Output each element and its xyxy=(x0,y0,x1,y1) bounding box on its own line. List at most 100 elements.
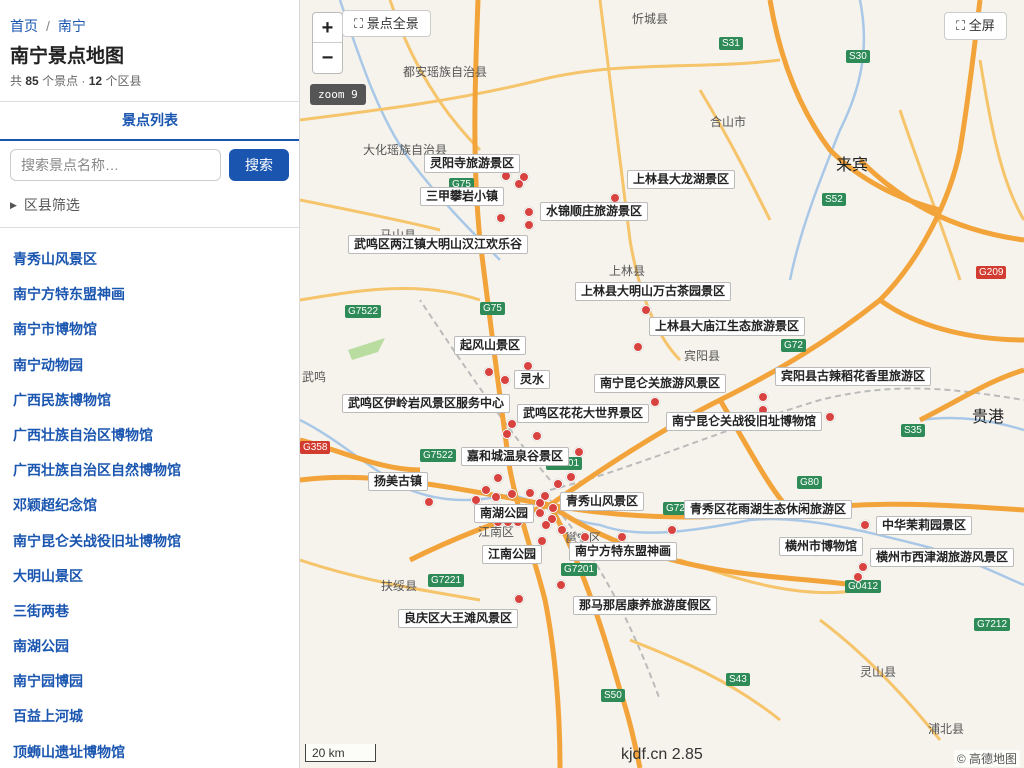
spot-marker[interactable] xyxy=(507,419,517,429)
city-label: 贵港 xyxy=(972,409,1005,426)
spot-marker[interactable] xyxy=(525,488,535,498)
spot-label[interactable]: 灵水 xyxy=(514,370,551,389)
spot-marker[interactable] xyxy=(858,562,868,572)
spot-marker[interactable] xyxy=(507,489,517,499)
spot-marker[interactable] xyxy=(633,342,643,352)
spot-marker[interactable] xyxy=(853,572,863,582)
spot-label[interactable]: 良庆区大王滩风景区 xyxy=(398,609,519,628)
spot-marker[interactable] xyxy=(860,520,870,530)
spot-label[interactable]: 宾阳县古辣稻花香里旅游区 xyxy=(775,367,932,386)
spot-marker[interactable] xyxy=(514,594,524,604)
spot-marker[interactable] xyxy=(502,429,512,439)
spot-marker[interactable] xyxy=(758,392,768,402)
town-label: 宾阳县 xyxy=(684,349,721,363)
spot-list-item[interactable]: 青秀山风景区 xyxy=(13,249,181,284)
spot-marker[interactable] xyxy=(524,207,534,217)
spot-label[interactable]: 上林县大龙湖景区 xyxy=(627,170,736,189)
spot-marker[interactable] xyxy=(548,503,558,513)
spot-label[interactable]: 江南公园 xyxy=(482,545,543,564)
spot-list-item[interactable]: 广西壮族自治区博物馆 xyxy=(13,425,181,460)
spot-marker[interactable] xyxy=(650,397,660,407)
spot-label[interactable]: 横州市博物馆 xyxy=(779,537,864,556)
spot-marker[interactable] xyxy=(496,213,506,223)
spot-label[interactable]: 南宁昆仑关旅游风景区 xyxy=(594,374,727,393)
town-label: 合山市 xyxy=(710,115,747,129)
fullscreen-button[interactable]: ⛶ 全屏 xyxy=(944,12,1007,40)
spot-label[interactable]: 上林县大庙江生态旅游景区 xyxy=(649,317,806,336)
search-button[interactable]: 搜索 xyxy=(229,149,289,181)
spot-marker[interactable] xyxy=(481,485,491,495)
sidebar: 首页 / 南宁 南宁景点地图 共 85 个景点 · 12 个区县 景点列表 搜索 ▶… xyxy=(0,0,300,768)
road-shield: G75 xyxy=(480,302,505,315)
spot-marker[interactable] xyxy=(532,431,542,441)
spot-label[interactable]: 武鸣区花花大世界景区 xyxy=(517,404,650,423)
spot-label[interactable]: 武鸣区伊岭岩风景区服务中心 xyxy=(342,394,511,413)
spot-marker[interactable] xyxy=(617,532,627,542)
spot-marker[interactable] xyxy=(535,508,545,518)
spot-list-item[interactable]: 大明山景区 xyxy=(13,566,181,601)
spot-label[interactable]: 三甲攀岩小镇 xyxy=(420,187,505,206)
spot-label[interactable]: 武鸣区两江镇大明山汉江欢乐谷 xyxy=(348,235,529,254)
spot-list-item[interactable]: 南湖公园 xyxy=(13,636,181,671)
spot-label[interactable]: 灵阳寺旅游景区 xyxy=(424,154,521,173)
spot-label[interactable]: 横州市西津湖旅游风景区 xyxy=(870,548,1015,567)
tab-spot-list[interactable]: 景点列表 xyxy=(0,102,299,141)
road-shield: G80 xyxy=(797,476,822,489)
spot-label[interactable]: 扬美古镇 xyxy=(368,472,429,491)
spot-marker[interactable] xyxy=(574,447,584,457)
spot-list-item[interactable]: 广西壮族自治区自然博物馆 xyxy=(13,460,181,495)
spot-list-item[interactable]: 南宁方特东盟神画 xyxy=(13,284,181,319)
spot-marker[interactable] xyxy=(524,220,534,230)
summary-prefix: 共 xyxy=(10,74,23,88)
breadcrumb-home-link[interactable]: 首页 xyxy=(10,18,38,34)
spot-marker[interactable] xyxy=(557,525,567,535)
spot-marker[interactable] xyxy=(493,473,503,483)
spot-marker[interactable] xyxy=(484,367,494,377)
spot-marker[interactable] xyxy=(580,532,590,542)
spot-label[interactable]: 南宁方特东盟神画 xyxy=(569,542,678,561)
search-input[interactable] xyxy=(10,149,221,181)
road-shield: G209 xyxy=(976,266,1007,279)
spot-label[interactable]: 南宁昆仑关战役旧址博物馆 xyxy=(666,412,823,431)
spot-list-item[interactable]: 广西民族博物馆 xyxy=(13,390,181,425)
spot-marker[interactable] xyxy=(500,375,510,385)
spot-label[interactable]: 嘉和城温泉谷景区 xyxy=(461,447,570,466)
spot-list-item[interactable]: 百益上河城 xyxy=(13,706,181,741)
spot-marker[interactable] xyxy=(535,498,545,508)
spot-label[interactable]: 青秀区花雨湖生态休闲旅游区 xyxy=(684,500,853,519)
spot-marker[interactable] xyxy=(556,580,566,590)
spot-list-item[interactable]: 南宁昆仑关战役旧址博物馆 xyxy=(13,531,181,566)
spot-marker[interactable] xyxy=(424,497,434,507)
spot-label[interactable]: 起风山景区 xyxy=(454,336,527,355)
spot-label[interactable]: 水锦顺庄旅游景区 xyxy=(540,202,649,221)
spot-marker[interactable] xyxy=(541,520,551,530)
spot-label[interactable]: 上林县大明山万古茶园景区 xyxy=(575,282,732,301)
spot-marker[interactable] xyxy=(667,525,677,535)
road-shield: S31 xyxy=(719,37,743,50)
spot-marker[interactable] xyxy=(566,472,576,482)
spot-list-item[interactable]: 三街两巷 xyxy=(13,601,181,636)
spot-marker[interactable] xyxy=(491,492,501,502)
spot-list-item[interactable]: 顶蛳山遗址博物馆 xyxy=(13,742,181,768)
road-shield: S30 xyxy=(846,50,870,63)
spot-list-item[interactable]: 邓颖超纪念馆 xyxy=(13,495,181,530)
zoom-in-button[interactable]: + xyxy=(313,13,342,43)
spot-label[interactable]: 南湖公园 xyxy=(474,504,535,523)
spot-marker[interactable] xyxy=(641,305,651,315)
zoom-out-button[interactable]: − xyxy=(313,43,342,73)
full-view-button[interactable]: ⛶ 景点全景 xyxy=(342,10,431,37)
map-attribution[interactable]: © 高德地图 xyxy=(953,750,1020,767)
spot-label[interactable]: 中华茉莉园景区 xyxy=(876,516,973,535)
spot-label[interactable]: 青秀山风景区 xyxy=(560,492,645,511)
spot-list-item[interactable]: 南宁市博物馆 xyxy=(13,319,181,354)
spot-label[interactable]: 那马那居康养旅游度假区 xyxy=(573,596,718,615)
spot-list-item[interactable]: 南宁园博园 xyxy=(13,671,181,706)
spot-list-item[interactable]: 南宁动物园 xyxy=(13,355,181,390)
spot-marker[interactable] xyxy=(825,412,835,422)
breadcrumb-city-link[interactable]: 南宁 xyxy=(58,18,86,34)
map-view[interactable]: 都安瑶族自治县 忻城县 合山市 大化瑶族自治县 上林县 宾阳县 扶绥县 灵山县 … xyxy=(300,0,1024,768)
zoom-level-badge: zoom 9 xyxy=(310,84,366,105)
spot-marker[interactable] xyxy=(553,479,563,489)
spot-marker[interactable] xyxy=(514,179,524,189)
district-filter-toggle[interactable]: ▶ 区县筛选 xyxy=(10,195,80,215)
